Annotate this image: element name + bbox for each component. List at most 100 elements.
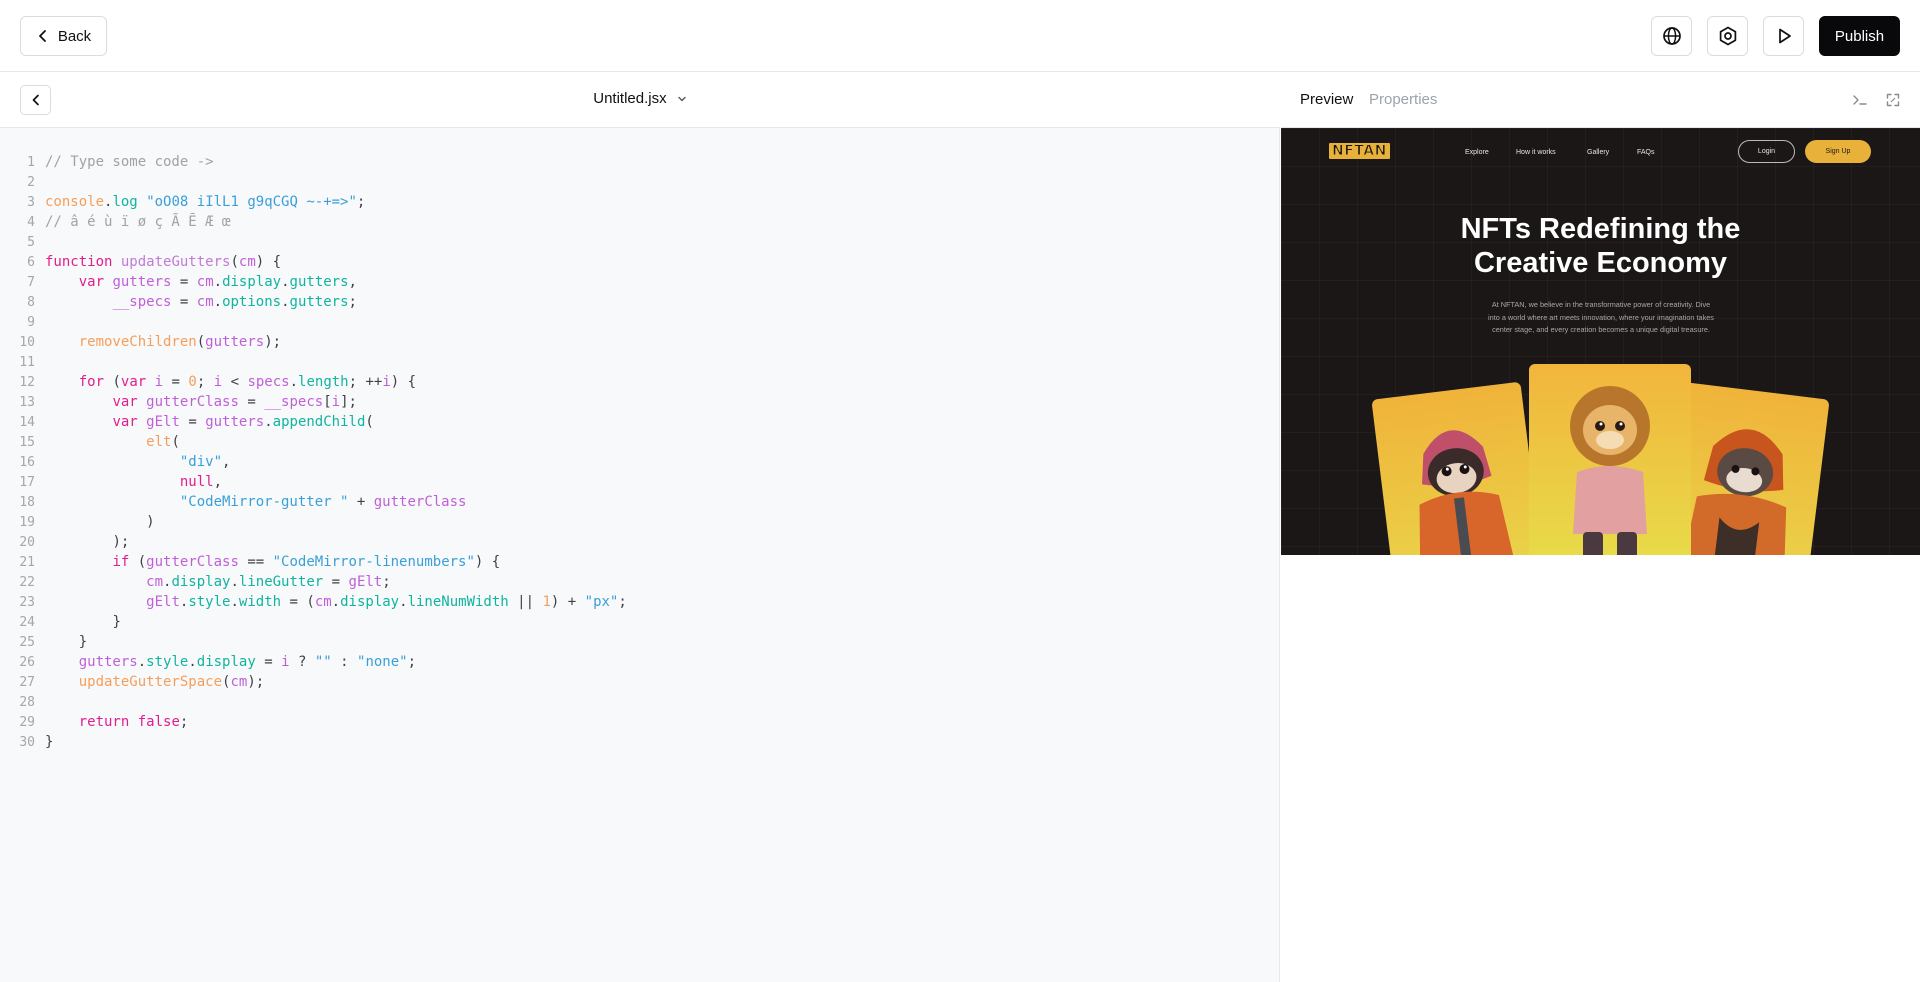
code-line-text: gutters.style.display = i ? "" : "none"; (78, 654, 417, 670)
code-line[interactable]: 19 ) (0, 512, 1280, 532)
tab-preview[interactable]: Preview (1300, 91, 1353, 108)
settings-icon (1719, 26, 1736, 46)
file-name-dropdown[interactable]: Untitled.jsx (0, 90, 1280, 107)
line-number: 26 (19, 655, 35, 670)
code-line-text: // â é ù ï ø ç Ã Ē Æ œ (45, 214, 231, 230)
top-bar: Back Publish (0, 0, 1920, 72)
code-line-text: "CodeMirror-gutter " + gutterClass (179, 494, 467, 510)
preview-header: Preview Properties (1281, 72, 1920, 128)
code-line[interactable]: 25 } (0, 632, 1280, 652)
site-login-button[interactable]: Login (1738, 140, 1795, 163)
line-number: 5 (27, 235, 35, 250)
file-name: Untitled.jsx (593, 90, 667, 107)
code-line-text: var gutters = cm.display.gutters, (78, 274, 357, 290)
code-line[interactable]: 9 (0, 312, 1280, 332)
chevron-left-icon (38, 30, 46, 42)
code-line-text: } (112, 614, 121, 630)
line-number: 12 (19, 375, 35, 390)
site-nav-how-it-works[interactable]: How it works (1516, 149, 1556, 156)
tab-properties[interactable]: Properties (1369, 91, 1437, 108)
hero-subtitle-line-2: into a world where art meets innovation,… (1488, 312, 1714, 322)
code-line[interactable]: 3 console.log "oO08 iIlL1 g9qCGQ ~-+=>"; (0, 192, 1280, 212)
code-line[interactable]: 26 gutters.style.display = i ? "" : "non… (0, 652, 1280, 672)
line-number: 28 (19, 695, 35, 710)
code-line[interactable]: 16 "div", (0, 452, 1280, 472)
site-nav-faqs[interactable]: FAQs (1637, 149, 1655, 156)
code-line[interactable]: 8 __specs = cm.options.gutters; (0, 292, 1280, 312)
code-line-text: for (var i = 0; i < specs.length; ++i) { (78, 374, 417, 390)
code-line-text: updateGutterSpace(cm); (78, 674, 265, 690)
line-number: 16 (19, 455, 35, 470)
code-line-text: elt( (146, 434, 180, 450)
code-line[interactable]: 21 if (gutterClass == "CodeMirror-linenu… (0, 552, 1280, 572)
publish-button[interactable]: Publish (1819, 16, 1900, 56)
code-line[interactable]: 11 (0, 352, 1280, 372)
site-nav-explore[interactable]: Explore (1465, 149, 1489, 156)
settings-button[interactable] (1707, 16, 1748, 56)
line-number: 17 (19, 475, 35, 490)
line-number: 23 (19, 595, 35, 610)
code-line[interactable]: 28 (0, 692, 1280, 712)
line-number: 20 (19, 535, 35, 550)
code-line-text: gElt.style.width = (cm.display.lineNumWi… (146, 594, 627, 610)
code-line[interactable]: 18 "CodeMirror-gutter " + gutterClass (0, 492, 1280, 512)
code-line[interactable]: 5 (0, 232, 1280, 252)
line-number: 19 (19, 515, 35, 530)
code-line[interactable]: 30} (0, 732, 1280, 752)
line-number: 6 (27, 255, 35, 270)
code-editor-pane: Untitled.jsx 1// Type some code -> 2 3 cons… (0, 72, 1280, 982)
code-line[interactable]: 2 (0, 172, 1280, 192)
run-button[interactable] (1763, 16, 1804, 56)
site-nav-gallery[interactable]: Gallery (1587, 149, 1609, 156)
code-line[interactable]: 17 null, (0, 472, 1280, 492)
code-line-text: ); (112, 534, 130, 550)
back-button[interactable]: Back (20, 16, 107, 56)
editor-header: Untitled.jsx (0, 72, 1280, 128)
line-number: 29 (19, 715, 35, 730)
nft-card-left[interactable] (1371, 381, 1545, 555)
site-signup-button[interactable]: Sign Up (1805, 140, 1871, 163)
code-line[interactable]: 4 // â é ù ï ø ç Ã Ē Æ œ (0, 212, 1280, 232)
code-line[interactable]: 24 } (0, 612, 1280, 632)
code-line[interactable]: 14 var gElt = gutters.appendChild( (0, 412, 1280, 432)
hero-subtitle-line-1: At NFTAN, we believe in the transformati… (1491, 300, 1711, 309)
code-line[interactable]: 12 for (var i = 0; i < specs.length; ++i… (0, 372, 1280, 392)
code-line-text: console.log "oO08 iIlL1 g9qCGQ ~-+=>"; (45, 194, 366, 210)
code-line[interactable]: 1 // Type some code -> (0, 152, 1280, 172)
terminal-button[interactable] (1851, 91, 1869, 109)
line-number: 15 (19, 435, 35, 450)
code-line[interactable]: 29 return false; (0, 712, 1280, 732)
code-line[interactable]: 10 removeChildren(gutters); (0, 332, 1280, 352)
code-line[interactable]: 27 updateGutterSpace(cm); (0, 672, 1280, 692)
code-line-text: var gElt = gutters.appendChild( (112, 414, 374, 430)
line-number: 24 (19, 615, 35, 630)
line-number: 11 (19, 355, 35, 370)
globe-button[interactable] (1651, 16, 1692, 56)
line-number: 1 (27, 155, 35, 170)
code-line-text: cm.display.lineGutter = gElt; (146, 574, 391, 590)
preview-pane: Preview Properties NFTAN Explore How it … (1281, 72, 1920, 982)
code-line[interactable]: 15 elt( (0, 432, 1280, 452)
code-line[interactable]: 20 ); (0, 532, 1280, 552)
globe-icon (1662, 27, 1681, 45)
site-logo[interactable]: NFTAN (1329, 143, 1390, 160)
code-line-text: removeChildren(gutters); (78, 334, 282, 350)
code-line-text: if (gutterClass == "CodeMirror-linenumbe… (112, 554, 501, 570)
line-number: 22 (19, 575, 35, 590)
line-number: 27 (19, 675, 35, 690)
hero-title-line-2: Creative Economy (1473, 247, 1728, 279)
code-line[interactable]: 13 var gutterClass = __specs[i]; (0, 392, 1280, 412)
nft-card-center[interactable] (1529, 364, 1691, 555)
code-line[interactable]: 23 gElt.style.width = (cm.display.lineNu… (0, 592, 1280, 612)
code-line-text: return false; (78, 714, 189, 730)
fullscreen-button[interactable] (1884, 91, 1902, 109)
code-line[interactable]: 7 var gutters = cm.display.gutters, (0, 272, 1280, 292)
line-number: 21 (19, 555, 35, 570)
line-number: 2 (27, 175, 35, 190)
preview-site: NFTAN Explore How it works Gallery FAQs … (1281, 128, 1920, 555)
code-line[interactable]: 6 function updateGutters(cm) { (0, 252, 1280, 272)
code-line-text: var gutterClass = __specs[i]; (112, 394, 357, 410)
code-line[interactable]: 22 cm.display.lineGutter = gElt; (0, 572, 1280, 592)
play-icon (1778, 28, 1791, 44)
code-area[interactable]: 1// Type some code -> 2 3 console.log "oO08… (0, 152, 1280, 752)
